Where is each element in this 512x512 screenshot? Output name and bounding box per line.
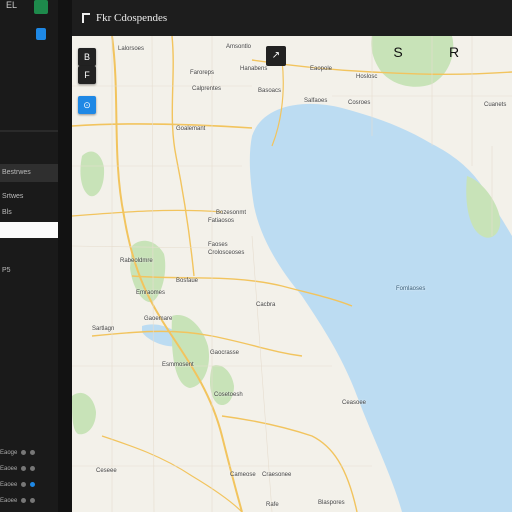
route-icon[interactable]: S (388, 42, 408, 62)
sidebar-top-label: EL (6, 0, 18, 10)
place-label: Sartlagn (92, 326, 115, 332)
map-view[interactable]: B F ⊙ ↗ S R Lalorsoes Amsontlo Eaopole F… (72, 36, 512, 512)
sidebar-search-input[interactable] (0, 222, 58, 238)
status-dot-icon (29, 498, 35, 503)
place-label: Rafe (266, 502, 279, 508)
status-dot-icon (21, 450, 27, 455)
sidebar-row-label: Eaoee (0, 498, 18, 505)
panel-divider (58, 0, 72, 512)
map-layers-button[interactable]: B (78, 48, 96, 66)
place-label: Salfaoes (304, 98, 328, 104)
sidebar-row[interactable]: Eaoee (0, 466, 35, 472)
place-label: Amsontlo (226, 44, 252, 50)
place-label: Lalorsoes (118, 46, 145, 52)
place-label: Ceasoee (342, 400, 367, 406)
place-label: Esmmosent (162, 362, 194, 368)
page-title: Fkr Cdospendes (96, 12, 168, 24)
sidebar-row-label: Eaoge (0, 450, 18, 457)
app-logo-icon (82, 13, 90, 23)
status-dot-icon (29, 450, 35, 455)
place-label: Hoslosc (356, 74, 378, 80)
place-label: Gaoemare (144, 316, 173, 322)
place-label: Cosetoesh (214, 392, 243, 398)
place-label: Bozesonmt (216, 210, 247, 216)
sidebar-divider (0, 130, 58, 132)
place-label: Eaopole (310, 66, 333, 72)
status-dot-icon (21, 498, 27, 503)
status-dot-icon (29, 466, 35, 471)
place-label: Rabeoldmre (120, 258, 153, 264)
sidebar: EL Bestrwes Srtwes Bls P5 Eaoge Eaoee Ea… (0, 0, 58, 512)
sidebar-row-label: Eaoee (0, 466, 18, 473)
header: Fkr Cdospendes (72, 0, 512, 36)
place-label: Faoses (208, 242, 228, 248)
place-label: Ceseee (96, 468, 117, 474)
place-label: Hanabens (240, 66, 268, 72)
place-label: Cuanets (484, 102, 507, 108)
sidebar-row[interactable]: Eaoge (0, 450, 35, 456)
water-label: Fomlaoses (396, 286, 426, 292)
map-filter-button[interactable]: F (78, 66, 96, 84)
place-label: Cameose (230, 472, 256, 478)
place-label: Craesonee (262, 472, 292, 478)
place-label: Cosroes (348, 100, 371, 106)
place-label: Gaocrasse (210, 350, 240, 356)
place-label: Crolosceoses (208, 250, 245, 256)
status-dot-icon (29, 482, 35, 487)
my-location-button[interactable]: ⊙ (78, 96, 96, 114)
sidebar-row-label: Eaoee (0, 482, 18, 489)
map-canvas[interactable] (72, 36, 512, 512)
app-blue-icon[interactable] (36, 28, 46, 40)
sidebar-row[interactable]: Eaoee (0, 482, 35, 488)
place-label: Basoacs (258, 88, 282, 94)
place-label: Blaspores (318, 500, 345, 506)
place-label: Cacbra (256, 302, 276, 308)
place-label: Calprentes (192, 86, 222, 92)
navigate-icon[interactable]: ↗ (266, 46, 286, 66)
sidebar-row[interactable]: Eaoee (0, 498, 35, 504)
sidebar-section-label: P5 (2, 267, 11, 274)
place-label: Fatiaosos (208, 218, 235, 224)
status-dot-icon (21, 482, 27, 487)
sidebar-item-3[interactable]: Bls (0, 204, 58, 222)
report-icon[interactable]: R (444, 42, 464, 62)
sidebar-item-1[interactable]: Bestrwes (0, 164, 58, 182)
place-label: Faroreps (190, 70, 215, 76)
place-label: Goalemant (176, 126, 206, 132)
place-label: Emraomes (136, 290, 166, 296)
place-label: Bosfaue (176, 278, 199, 284)
app-green-icon[interactable] (34, 0, 48, 14)
status-dot-icon (21, 466, 27, 471)
